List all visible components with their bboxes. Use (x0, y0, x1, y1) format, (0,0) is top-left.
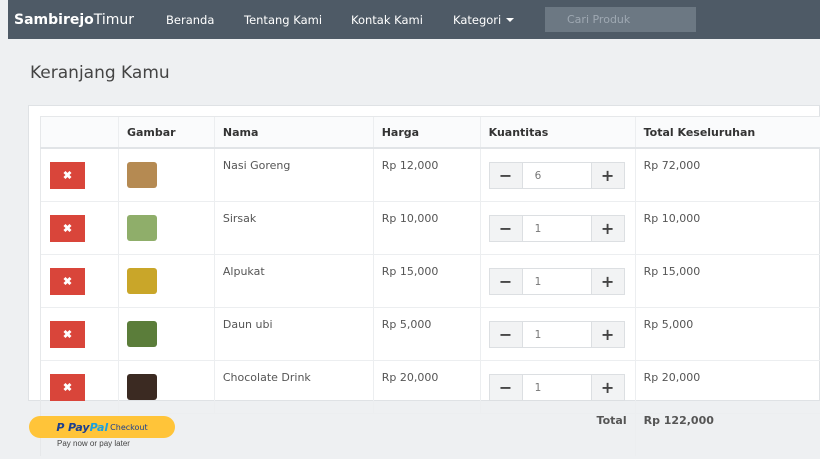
quantity-stepper: − + (488, 268, 635, 296)
product-name: Chocolate Drink (213, 360, 374, 414)
navbar: SambirejoTimur Beranda Tentang Kami Kont… (8, 0, 820, 39)
nav-kategori-dropdown[interactable]: Kategori (453, 12, 515, 27)
paypal-logo-icon: P (56, 420, 65, 434)
table-row: ✖ Sirsak Rp 10,000 − + Rp 10,000 (40, 201, 820, 255)
brand-rest: Timur (93, 11, 135, 28)
caret-down-icon (506, 17, 515, 22)
page-title: Keranjang Kamu (30, 63, 170, 83)
product-name: Alpukat (213, 254, 374, 308)
close-icon: ✖ (62, 169, 73, 182)
col-header-kuantitas: Kuantitas (479, 116, 636, 149)
col-header-total: Total Keseluruhan (634, 116, 820, 149)
nav-kategori-label: Kategori (453, 12, 502, 27)
table-header-row: Gambar Nama Harga Kuantitas Total Keselu… (40, 116, 820, 149)
quantity-stepper: − + (488, 162, 635, 190)
product-image (126, 374, 157, 400)
delete-item-button[interactable]: ✖ (50, 267, 85, 295)
nav-beranda[interactable]: Beranda (166, 13, 214, 27)
increase-quantity-button[interactable]: + (590, 162, 625, 189)
product-price: Rp 10,000 (372, 201, 481, 255)
item-total: Rp 5,000 (634, 307, 820, 361)
increase-quantity-button[interactable]: + (590, 268, 625, 295)
paypal-logo-pal: Pal (89, 420, 109, 434)
item-total: Rp 15,000 (634, 254, 820, 308)
quantity-input[interactable] (522, 321, 591, 348)
increase-quantity-button[interactable]: + (590, 215, 625, 242)
paypal-checkout-button[interactable]: P Pay Pal Checkout (29, 416, 175, 438)
quantity-input[interactable] (522, 374, 591, 401)
decrease-quantity-button[interactable]: − (488, 268, 523, 295)
delete-item-button[interactable]: ✖ (50, 373, 85, 401)
cart-table: Gambar Nama Harga Kuantitas Total Keselu… (40, 116, 820, 456)
product-name: Sirsak (213, 201, 374, 255)
decrease-quantity-button[interactable]: − (488, 215, 523, 242)
col-header-harga: Harga (372, 116, 481, 149)
quantity-stepper: − + (488, 374, 635, 402)
item-total: Rp 10,000 (634, 201, 820, 255)
item-total: Rp 20,000 (634, 360, 820, 414)
quantity-stepper: − + (488, 215, 635, 243)
close-icon: ✖ (62, 328, 73, 341)
total-value: Rp 122,000 (634, 413, 820, 456)
item-total: Rp 72,000 (634, 147, 820, 202)
delete-item-button[interactable]: ✖ (50, 214, 85, 242)
decrease-quantity-button[interactable]: − (488, 162, 523, 189)
product-image (126, 215, 157, 241)
col-header-action (40, 116, 119, 149)
increase-quantity-button[interactable]: + (590, 321, 625, 348)
table-row: ✖ Chocolate Drink Rp 20,000 − + Rp 20,00… (40, 360, 820, 414)
search-input[interactable] (545, 7, 696, 32)
product-name: Daun ubi (213, 307, 374, 361)
product-price: Rp 5,000 (372, 307, 481, 361)
close-icon: ✖ (62, 275, 73, 288)
decrease-quantity-button[interactable]: − (488, 321, 523, 348)
nav-tentang-kami[interactable]: Tentang Kami (244, 13, 322, 27)
delete-item-button[interactable]: ✖ (50, 320, 85, 348)
close-icon: ✖ (62, 222, 73, 235)
col-header-nama: Nama (213, 116, 374, 149)
quantity-input[interactable] (522, 268, 591, 295)
product-price: Rp 15,000 (372, 254, 481, 308)
paypal-subtext: Pay now or pay later (57, 439, 130, 448)
main-content: Keranjang Kamu Gambar Nama Harga Kuantit… (16, 39, 820, 456)
table-row: ✖ Daun ubi Rp 5,000 − + Rp 5,000 (40, 307, 820, 361)
table-row: ✖ Alpukat Rp 15,000 − + Rp 15,000 (40, 254, 820, 308)
table-row: ✖ Nasi Goreng Rp 12,000 − + Rp 72,000 (40, 147, 820, 202)
product-image (126, 162, 157, 188)
delete-item-button[interactable]: ✖ (50, 161, 85, 189)
brand-logo[interactable]: SambirejoTimur (14, 12, 134, 28)
cart-panel: Gambar Nama Harga Kuantitas Total Keselu… (28, 105, 820, 456)
product-price: Rp 20,000 (372, 360, 481, 414)
product-name: Nasi Goreng (213, 147, 374, 202)
brand-bold: Sambirejo (14, 11, 94, 28)
product-image (126, 321, 157, 347)
product-image (126, 268, 157, 294)
paypal-checkout-label: Checkout (110, 422, 148, 432)
product-price: Rp 12,000 (372, 147, 481, 202)
decrease-quantity-button[interactable]: − (488, 374, 523, 401)
close-icon: ✖ (62, 381, 73, 394)
quantity-input[interactable] (522, 162, 591, 189)
quantity-input[interactable] (522, 215, 591, 242)
col-header-gambar: Gambar (117, 116, 215, 149)
quantity-stepper: − + (488, 321, 635, 349)
increase-quantity-button[interactable]: + (590, 374, 625, 401)
paypal-logo-pay: Pay (67, 420, 90, 434)
nav-kontak-kami[interactable]: Kontak Kami (351, 13, 423, 27)
